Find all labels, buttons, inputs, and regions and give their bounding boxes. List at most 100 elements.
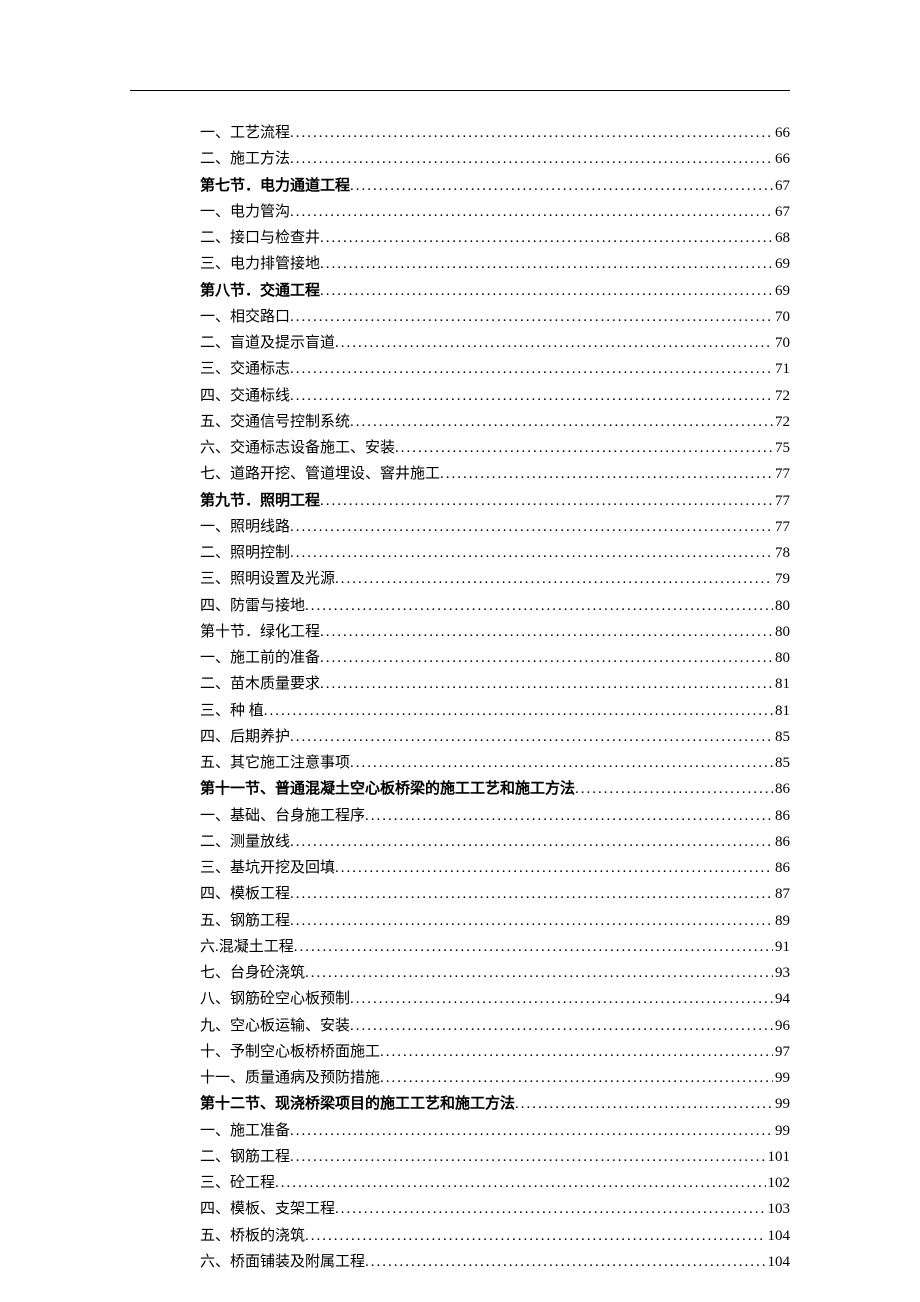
toc-entry: 九、空心板运输、安装96 (200, 1013, 790, 1039)
toc-entry-label: 五、桥板的浇筑 (200, 1223, 305, 1249)
toc-leader-dots (350, 750, 773, 776)
toc-entry: 二、照明控制 78 (200, 540, 790, 566)
toc-entry: 一、施工前的准备 80 (200, 645, 790, 671)
toc-leader-dots (290, 724, 773, 750)
toc-entry-page: 96 (773, 1013, 790, 1039)
toc-entry: 一、相交路口70 (200, 304, 790, 330)
toc-entry: 三、基坑开挖及回填 86 (200, 855, 790, 881)
toc-entry: 第十二节、现浇桥梁项目的施工工艺和施工方法 99 (200, 1091, 790, 1117)
toc-entry-label: 第十二节、现浇桥梁项目的施工工艺和施工方法 (200, 1091, 515, 1117)
toc-entry: 一、施工准备99 (200, 1118, 790, 1144)
toc-leader-dots (320, 488, 773, 514)
toc-entry: 二、接口与检查井 68 (200, 225, 790, 251)
toc-leader-dots (320, 645, 773, 671)
toc-entry-page: 99 (773, 1091, 790, 1117)
toc-entry-page: 67 (773, 173, 790, 199)
toc-entry-label: 二、苗木质量要求 (200, 671, 320, 697)
toc-entry: 四、交通标线72 (200, 383, 790, 409)
toc-entry-page: 81 (773, 698, 790, 724)
toc-entry: 十一、质量通病及预防措施99 (200, 1065, 790, 1091)
toc-entry: 四、模板工程87 (200, 881, 790, 907)
toc-entry-label: 六.混凝土工程 (200, 934, 294, 960)
toc-entry-label: 十一、质量通病及预防措施 (200, 1065, 380, 1091)
toc-entry-label: 五、钢筋工程 (200, 908, 290, 934)
toc-entry-page: 72 (773, 409, 790, 435)
toc-leader-dots (320, 278, 773, 304)
toc-entry-page: 86 (773, 829, 790, 855)
toc-entry: 第九节．照明工程77 (200, 488, 790, 514)
toc-entry-label: 一、照明线路 (200, 514, 290, 540)
toc-entry: 五、其它施工注意事项85 (200, 750, 790, 776)
toc-entry: 五、交通信号控制系统 72 (200, 409, 790, 435)
toc-entry-page: 102 (766, 1170, 791, 1196)
toc-entry: 七、台身砼浇筑93 (200, 960, 790, 986)
toc-entry-page: 103 (766, 1196, 791, 1222)
toc-entry-label: 一、工艺流程 (200, 120, 290, 146)
toc-entry: 八、钢筋砼空心板预制94 (200, 986, 790, 1012)
toc-entry: 三、电力排管接地69 (200, 251, 790, 277)
toc-entry: 三、照明设置及光源79 (200, 566, 790, 592)
toc-entry-label: 六、桥面铺装及附属工程 (200, 1249, 365, 1275)
toc-entry: 一、基础、台身施工程序 86 (200, 803, 790, 829)
toc-entry-label: 四、防雷与接地 (200, 593, 305, 619)
toc-leader-dots (320, 619, 773, 645)
toc-entry-page: 68 (773, 225, 790, 251)
toc-entry: 一、照明线路 77 (200, 514, 790, 540)
table-of-contents: 一、工艺流程66二、施工方法66第七节．电力通道工程67一、电力管沟67二、接口… (200, 120, 790, 1275)
toc-entry-label: 一、基础、台身施工程序 (200, 803, 365, 829)
toc-entry-page: 69 (773, 278, 790, 304)
toc-entry-page: 70 (773, 304, 790, 330)
toc-leader-dots (335, 1196, 765, 1222)
toc-entry-label: 二、施工方法 (200, 146, 290, 172)
toc-entry: 六、桥面铺装及附属工程 104 (200, 1249, 790, 1275)
toc-entry-page: 86 (773, 776, 790, 802)
document-page: 一、工艺流程66二、施工方法66第七节．电力通道工程67一、电力管沟67二、接口… (0, 0, 920, 1302)
toc-leader-dots (290, 199, 773, 225)
toc-entry-label: 三、基坑开挖及回填 (200, 855, 335, 881)
toc-leader-dots (320, 225, 773, 251)
toc-entry-page: 86 (773, 803, 790, 829)
toc-leader-dots (290, 304, 773, 330)
toc-entry-page: 93 (773, 960, 790, 986)
toc-entry-label: 四、模板、支架工程 (200, 1196, 335, 1222)
toc-entry-page: 99 (773, 1118, 790, 1144)
toc-leader-dots (290, 356, 773, 382)
toc-leader-dots (290, 1118, 773, 1144)
toc-entry-page: 77 (773, 461, 790, 487)
toc-entry: 三、交通标志71 (200, 356, 790, 382)
toc-leader-dots (320, 251, 773, 277)
toc-leader-dots (350, 409, 773, 435)
toc-entry-label: 三、照明设置及光源 (200, 566, 335, 592)
toc-entry-label: 五、交通信号控制系统 (200, 409, 350, 435)
toc-entry: 第十节．绿化工程80 (200, 619, 790, 645)
toc-entry: 二、苗木质量要求 81 (200, 671, 790, 697)
toc-entry: 二、盲道及提示盲道 70 (200, 330, 790, 356)
toc-entry-page: 86 (773, 855, 790, 881)
toc-entry-page: 97 (773, 1039, 790, 1065)
toc-entry-label: 一、施工前的准备 (200, 645, 320, 671)
toc-entry: 四、模板、支架工程 103 (200, 1196, 790, 1222)
toc-entry-page: 70 (773, 330, 790, 356)
toc-leader-dots (365, 803, 773, 829)
toc-entry-label: 三、电力排管接地 (200, 251, 320, 277)
toc-entry-label: 二、照明控制 (200, 540, 290, 566)
toc-entry-label: 第十一节、普通混凝土空心板桥梁的施工工艺和施工方法 (200, 776, 575, 802)
toc-entry-label: 二、接口与检查井 (200, 225, 320, 251)
toc-entry-page: 104 (766, 1249, 791, 1275)
toc-leader-dots (380, 1065, 773, 1091)
toc-entry-label: 第八节．交通工程 (200, 278, 320, 304)
toc-entry: 二、施工方法66 (200, 146, 790, 172)
toc-leader-dots (515, 1091, 773, 1117)
toc-entry-page: 81 (773, 671, 790, 697)
toc-entry-page: 77 (773, 514, 790, 540)
toc-leader-dots (380, 1039, 773, 1065)
toc-entry-label: 二、测量放线 (200, 829, 290, 855)
toc-leader-dots (335, 566, 773, 592)
toc-entry-page: 78 (773, 540, 790, 566)
toc-entry-label: 二、盲道及提示盲道 (200, 330, 335, 356)
toc-entry-label: 第九节．照明工程 (200, 488, 320, 514)
toc-entry-label: 八、钢筋砼空心板预制 (200, 986, 350, 1012)
toc-entry-page: 91 (773, 934, 790, 960)
toc-entry-label: 五、其它施工注意事项 (200, 750, 350, 776)
toc-entry-page: 80 (773, 645, 790, 671)
